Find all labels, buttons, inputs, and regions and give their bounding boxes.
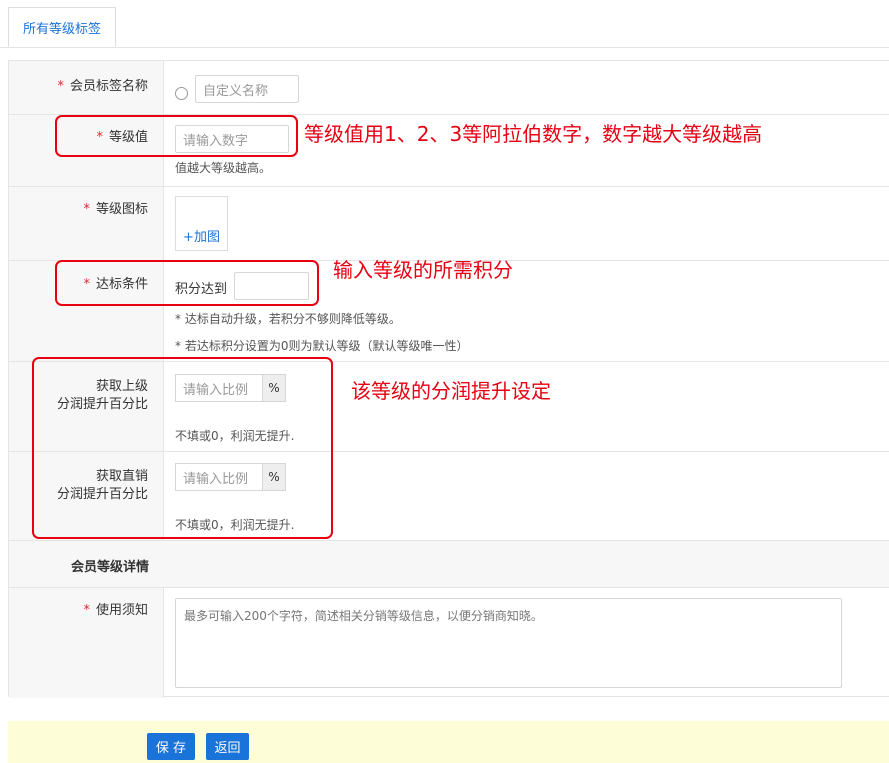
level-icon-label: * 等级图标 (83, 202, 148, 217)
back-button[interactable]: 返回 (206, 733, 249, 760)
condition-note-2: * 若达标积分设置为0则为默认等级（默认等级唯一性） (175, 339, 469, 353)
annotation-box-level-value (55, 115, 298, 157)
level-value-hint: 值越大等级越高。 (175, 161, 272, 175)
custom-name-radio[interactable] (175, 87, 188, 100)
footer-bar (8, 721, 889, 763)
annotation-box-condition (55, 260, 319, 306)
member-tag-name-label: * 会员标签名称 (57, 79, 148, 94)
detail-section-title: 会员等级详情 (70, 560, 149, 575)
annotation-box-share (32, 357, 333, 539)
notice-textarea[interactable]: 最多可输入200个字符，简述相关分销等级信息，以便分销商知晓。 (175, 598, 842, 688)
tab-all-level-tags[interactable]: 所有等级标签 (8, 7, 116, 47)
row-detail-section: 会员等级详情 (9, 541, 889, 588)
row-level-icon: * 等级图标 +加图 (9, 187, 889, 261)
row-notice: * 使用须知 最多可输入200个字符，简述相关分销等级信息，以便分销商知晓。 (9, 588, 889, 698)
annotation-text-level-value: 等级值用1、2、3等阿拉伯数字，数字越大等级越高 (304, 122, 763, 146)
custom-name-input[interactable]: 自定义名称 (195, 75, 299, 103)
annotation-text-condition: 输入等级的所需积分 (333, 258, 513, 282)
annotation-text-share: 该等级的分润提升设定 (351, 379, 551, 403)
tab-bar: 所有等级标签 (0, 0, 889, 48)
row-member-tag-name: * 会员标签名称 自定义名称 (9, 61, 889, 115)
condition-note-1: * 达标自动升级，若积分不够则降低等级。 (175, 312, 401, 326)
save-button[interactable]: 保 存 (147, 733, 195, 760)
notice-label: * 使用须知 (83, 603, 148, 618)
add-image-button[interactable]: +加图 (175, 196, 228, 251)
